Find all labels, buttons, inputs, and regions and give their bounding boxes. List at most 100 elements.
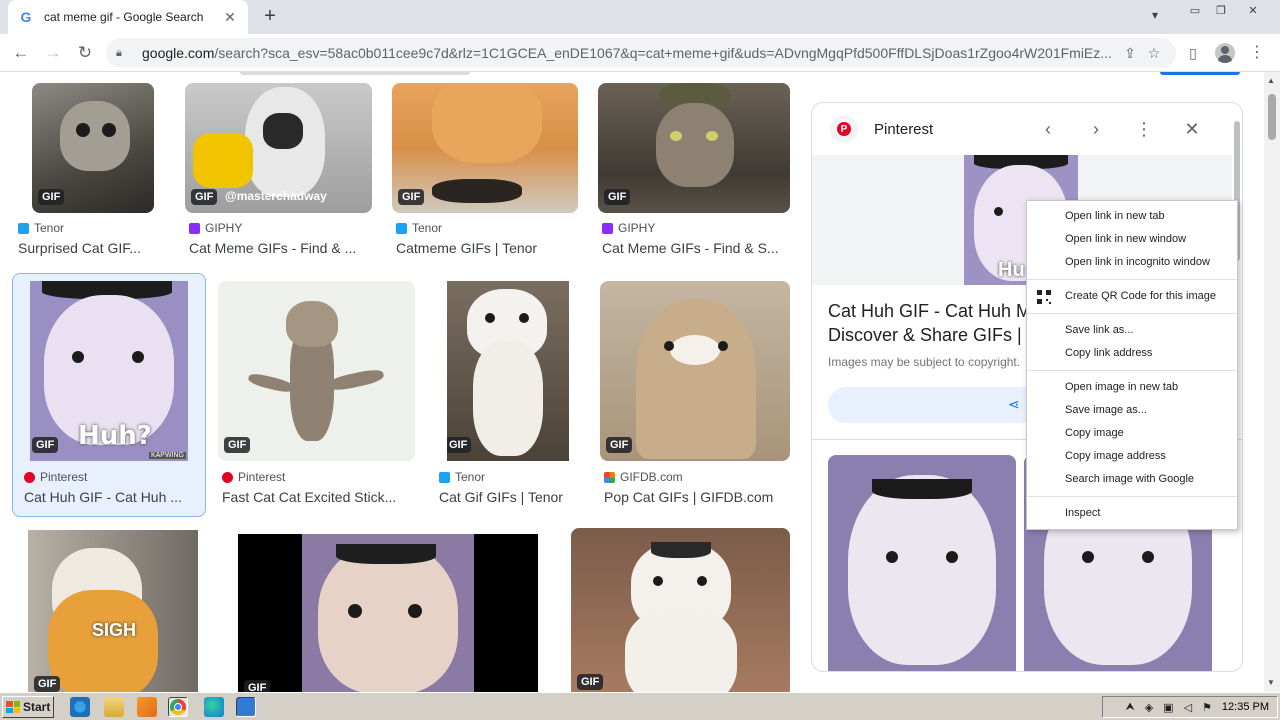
result-card[interactable]: GIF — [571, 528, 791, 692]
result-source[interactable]: Pinterest — [24, 470, 87, 484]
back-arrow-icon[interactable]: ← — [10, 42, 32, 64]
result-source[interactable]: Pinterest — [222, 470, 285, 484]
result-source[interactable]: Tenor — [439, 470, 485, 484]
tab-close-icon[interactable]: ✕ — [222, 9, 238, 26]
volume-icon[interactable]: ◁ — [1184, 701, 1192, 714]
result-source[interactable]: GIPHY — [602, 221, 655, 235]
more-options-icon[interactable]: ⋮ — [1132, 117, 1156, 141]
anyrun-app-icon[interactable] — [236, 697, 256, 717]
result-source[interactable]: GIPHY — [189, 221, 242, 235]
menu-separator — [1027, 313, 1237, 314]
menu-item-inspect[interactable]: Inspect — [1027, 502, 1237, 525]
result-caption[interactable]: Catmeme GIFs | Tenor — [396, 240, 576, 256]
lock-icon[interactable]: 🔒︎ — [116, 47, 130, 60]
result-thumbnail[interactable]: GIF — [32, 83, 154, 213]
result-source[interactable]: Tenor — [18, 221, 64, 235]
system-tray: ⮝ ◈ ▣ ◁ ⚑ 12:35 PM — [1102, 696, 1278, 718]
start-button[interactable]: Start — [2, 696, 54, 718]
windows-logo-icon — [6, 701, 20, 713]
scroll-down-arrow-icon[interactable]: ▼ — [1267, 678, 1275, 687]
result-thumbnail[interactable]: Huh? KAPWING GIF — [30, 281, 188, 461]
menu-item-create-qr-code[interactable]: Create QR Code for this image — [1027, 285, 1237, 308]
tray-expand-icon[interactable]: ⮝ — [1125, 701, 1134, 714]
menu-kebab-icon[interactable]: ⋮ — [1246, 42, 1268, 64]
menu-separator — [1027, 370, 1237, 371]
reload-icon[interactable]: ↻ — [74, 42, 96, 64]
next-chevron-icon[interactable]: › — [1084, 117, 1108, 141]
result-caption[interactable]: Fast Cat Cat Excited Stick... — [222, 489, 412, 505]
close-panel-icon[interactable]: ✕ — [1180, 117, 1204, 141]
flag-icon[interactable]: ⚑ — [1202, 701, 1212, 714]
result-source[interactable]: Tenor — [396, 221, 442, 235]
result-caption[interactable]: Cat Meme GIFs - Find & ... — [189, 240, 369, 256]
internet-explorer-icon[interactable] — [70, 697, 90, 717]
bookmark-star-icon[interactable]: ☆ — [1142, 45, 1166, 62]
page-scrollbar[interactable]: ▲ ▼ — [1264, 72, 1280, 692]
address-bar[interactable]: 🔒︎ google.com/search?sca_esv=58ac0b011ce… — [106, 38, 1176, 68]
scrollbar-thumb[interactable] — [1268, 94, 1276, 140]
new-tab-button[interactable]: + — [260, 6, 280, 26]
result-caption[interactable]: Surprised Cat GIF... — [18, 240, 168, 256]
restore-button[interactable]: ❐ — [1210, 2, 1232, 18]
result-card[interactable]: GIF GIPHY Cat Meme GIFs - Find & S... — [598, 83, 793, 263]
result-card[interactable]: SIGH GIF — [26, 528, 202, 692]
file-explorer-icon[interactable] — [104, 697, 124, 717]
previous-chevron-icon[interactable]: ‹ — [1036, 117, 1060, 141]
result-caption[interactable]: Cat Gif GIFs | Tenor — [439, 489, 589, 505]
result-card-selected[interactable]: Huh? KAPWING GIF Pinterest Cat Huh GIF -… — [24, 281, 200, 511]
menu-item-save-link-as[interactable]: Save link as... — [1027, 319, 1237, 342]
forward-arrow-icon[interactable]: → — [42, 42, 64, 64]
result-card[interactable]: @masterchadway GIF GIPHY Cat Meme GIFs -… — [185, 83, 375, 263]
menu-separator — [1027, 279, 1237, 280]
tab-search-chevron-icon[interactable]: ▾ — [1152, 8, 1158, 22]
result-caption[interactable]: Cat Meme GIFs - Find & S... — [602, 240, 787, 256]
share-icon[interactable]: ⇪ — [1118, 45, 1142, 62]
menu-item-open-image-new-tab[interactable]: Open image in new tab — [1027, 376, 1237, 399]
url-path: /search?sca_esv=58ac0b011cee9c7d&rlz=1C1… — [214, 45, 1112, 61]
result-thumbnail[interactable]: SIGH GIF — [28, 530, 198, 692]
clock[interactable]: 12:35 PM — [1222, 701, 1269, 713]
profile-avatar[interactable] — [1214, 42, 1236, 64]
panel-site-name[interactable]: Pinterest — [874, 121, 933, 138]
result-thumbnail[interactable]: GIF — [447, 281, 569, 461]
menu-item-open-link-incognito[interactable]: Open link in incognito window — [1027, 251, 1237, 274]
result-thumbnail[interactable]: GIF — [218, 281, 415, 461]
media-player-icon[interactable] — [137, 697, 157, 717]
menu-item-open-link-new-window[interactable]: Open link in new window — [1027, 228, 1237, 251]
menu-item-copy-image[interactable]: Copy image — [1027, 422, 1237, 445]
result-card[interactable]: GIF Pinterest Fast Cat Cat Excited Stick… — [218, 281, 418, 511]
action-center-icon[interactable]: ◈ — [1145, 701, 1153, 714]
close-window-button[interactable]: ✕ — [1242, 2, 1264, 18]
result-card[interactable]: GIF Tenor Catmeme GIFs | Tenor — [392, 83, 582, 263]
result-thumbnail[interactable]: GIF — [571, 528, 790, 692]
url-text[interactable]: google.com/search?sca_esv=58ac0b011cee9c… — [142, 45, 1118, 61]
menu-item-open-link-new-tab[interactable]: Open link in new tab — [1027, 205, 1237, 228]
scroll-up-arrow-icon[interactable]: ▲ — [1267, 76, 1275, 85]
minimize-button[interactable]: ▭ — [1184, 2, 1206, 18]
result-thumbnail[interactable]: GIF — [392, 83, 578, 213]
menu-item-copy-image-address[interactable]: Copy image address — [1027, 445, 1237, 468]
network-icon[interactable]: ▣ — [1163, 701, 1173, 714]
result-thumbnail[interactable]: @masterchadway GIF — [185, 83, 372, 213]
result-caption[interactable]: Pop Cat GIFs | GIFDB.com — [604, 489, 794, 505]
edge-icon[interactable] — [204, 697, 224, 717]
search-box-edge — [240, 72, 470, 75]
result-thumbnail[interactable]: GIF — [238, 534, 538, 692]
result-caption[interactable]: Cat Huh GIF - Cat Huh ... — [24, 489, 194, 505]
menu-item-copy-link-address[interactable]: Copy link address — [1027, 342, 1237, 365]
result-card[interactable]: GIF Tenor Surprised Cat GIF... — [18, 83, 168, 263]
result-thumbnail[interactable]: GIF — [598, 83, 790, 213]
result-thumbnail[interactable]: GIF — [600, 281, 790, 461]
result-card[interactable]: GIF GIFDB.com Pop Cat GIFs | GIFDB.com — [600, 281, 795, 511]
result-card[interactable]: GIF Tenor Cat Gif GIFs | Tenor — [439, 281, 589, 511]
menu-item-save-image-as[interactable]: Save image as... — [1027, 399, 1237, 422]
browser-tab[interactable]: G cat meme gif - Google Search ✕ — [8, 0, 248, 34]
gif-badge: GIF — [244, 680, 271, 692]
related-image-1[interactable] — [828, 455, 1016, 671]
pinterest-favicon-icon — [222, 471, 233, 483]
side-panel-icon[interactable]: ▯ — [1182, 42, 1204, 64]
chrome-taskbar-icon[interactable] — [168, 697, 188, 717]
menu-item-search-image-google[interactable]: Search image with Google — [1027, 468, 1237, 491]
result-source[interactable]: GIFDB.com — [604, 470, 683, 484]
result-card[interactable]: GIF — [226, 528, 552, 692]
